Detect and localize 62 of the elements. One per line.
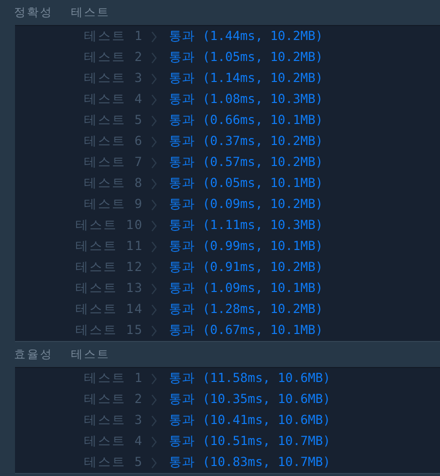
test-result: 통과 (1.28ms, 10.2MB) <box>169 301 323 318</box>
test-label: 테스트 4 <box>82 433 143 450</box>
test-result: 통과 (0.37ms, 10.2MB) <box>169 133 323 150</box>
chevron-icon <box>151 156 157 168</box>
test-label: 테스트 1 <box>82 28 143 45</box>
test-label: 테스트 3 <box>82 412 143 429</box>
chevron-icon <box>151 72 157 84</box>
test-label: 테스트 5 <box>82 454 143 471</box>
test-result: 통과 (1.08ms, 10.3MB) <box>169 91 323 108</box>
test-label: 테스트 10 <box>74 217 143 234</box>
test-label: 테스트 1 <box>82 370 143 387</box>
chevron-icon <box>151 94 157 106</box>
chevron-icon <box>151 240 157 252</box>
test-result: 통과 (1.14ms, 10.2MB) <box>169 70 323 87</box>
test-result: 통과 (1.44ms, 10.2MB) <box>169 28 323 45</box>
test-label: 테스트 14 <box>74 301 143 318</box>
test-label: 테스트 2 <box>82 391 143 408</box>
test-result: 통과 (10.41ms, 10.6MB) <box>169 412 330 429</box>
section-title: 효율성 테스트 <box>14 347 110 362</box>
chevron-icon <box>151 436 157 448</box>
chevron-icon <box>151 304 157 316</box>
test-label: 테스트 11 <box>74 238 143 255</box>
test-label: 테스트 13 <box>74 280 143 297</box>
chevron-icon <box>151 456 157 468</box>
chevron-icon <box>151 198 157 210</box>
test-label: 테스트 9 <box>82 196 143 213</box>
chevron-icon <box>151 52 157 64</box>
chevron-icon <box>151 220 157 232</box>
test-label: 테스트 4 <box>82 91 143 108</box>
test-label: 테스트 3 <box>82 70 143 87</box>
chevron-icon <box>151 114 157 126</box>
chevron-icon <box>151 178 157 190</box>
test-result: 통과 (1.11ms, 10.3MB) <box>169 217 323 234</box>
chevron-icon <box>151 262 157 274</box>
test-result: 통과 (0.57ms, 10.2MB) <box>169 154 323 171</box>
test-label: 테스트 12 <box>74 259 143 276</box>
test-result: 통과 (0.66ms, 10.1MB) <box>169 112 323 129</box>
chevron-icon <box>151 324 157 336</box>
test-result: 통과 (0.99ms, 10.1MB) <box>169 238 323 255</box>
test-result: 통과 (10.51ms, 10.7MB) <box>169 433 330 450</box>
test-result: 통과 (0.05ms, 10.1MB) <box>169 175 323 192</box>
test-label: 테스트 15 <box>74 322 143 339</box>
chevron-icon <box>151 30 157 42</box>
test-result: 통과 (1.09ms, 10.1MB) <box>169 280 323 297</box>
chevron-icon <box>151 414 157 426</box>
test-result: 통과 (0.91ms, 10.2MB) <box>169 259 323 276</box>
section-title: 정확성 테스트 <box>14 5 110 20</box>
test-label: 테스트 6 <box>82 133 143 150</box>
chevron-icon <box>151 282 157 294</box>
chevron-icon <box>151 394 157 406</box>
test-result: 통과 (11.58ms, 10.6MB) <box>169 370 330 387</box>
test-label: 테스트 2 <box>82 49 143 66</box>
chevron-icon <box>151 136 157 148</box>
chevron-icon <box>151 372 157 384</box>
test-label: 테스트 5 <box>82 112 143 129</box>
test-result: 통과 (10.35ms, 10.6MB) <box>169 391 330 408</box>
test-result: 통과 (1.05ms, 10.2MB) <box>169 49 323 66</box>
test-label: 테스트 8 <box>82 175 143 192</box>
test-result: 통과 (0.09ms, 10.2MB) <box>169 196 323 213</box>
test-label: 테스트 7 <box>82 154 143 171</box>
test-result: 통과 (10.83ms, 10.7MB) <box>169 454 330 471</box>
test-result: 통과 (0.67ms, 10.1MB) <box>169 322 323 339</box>
